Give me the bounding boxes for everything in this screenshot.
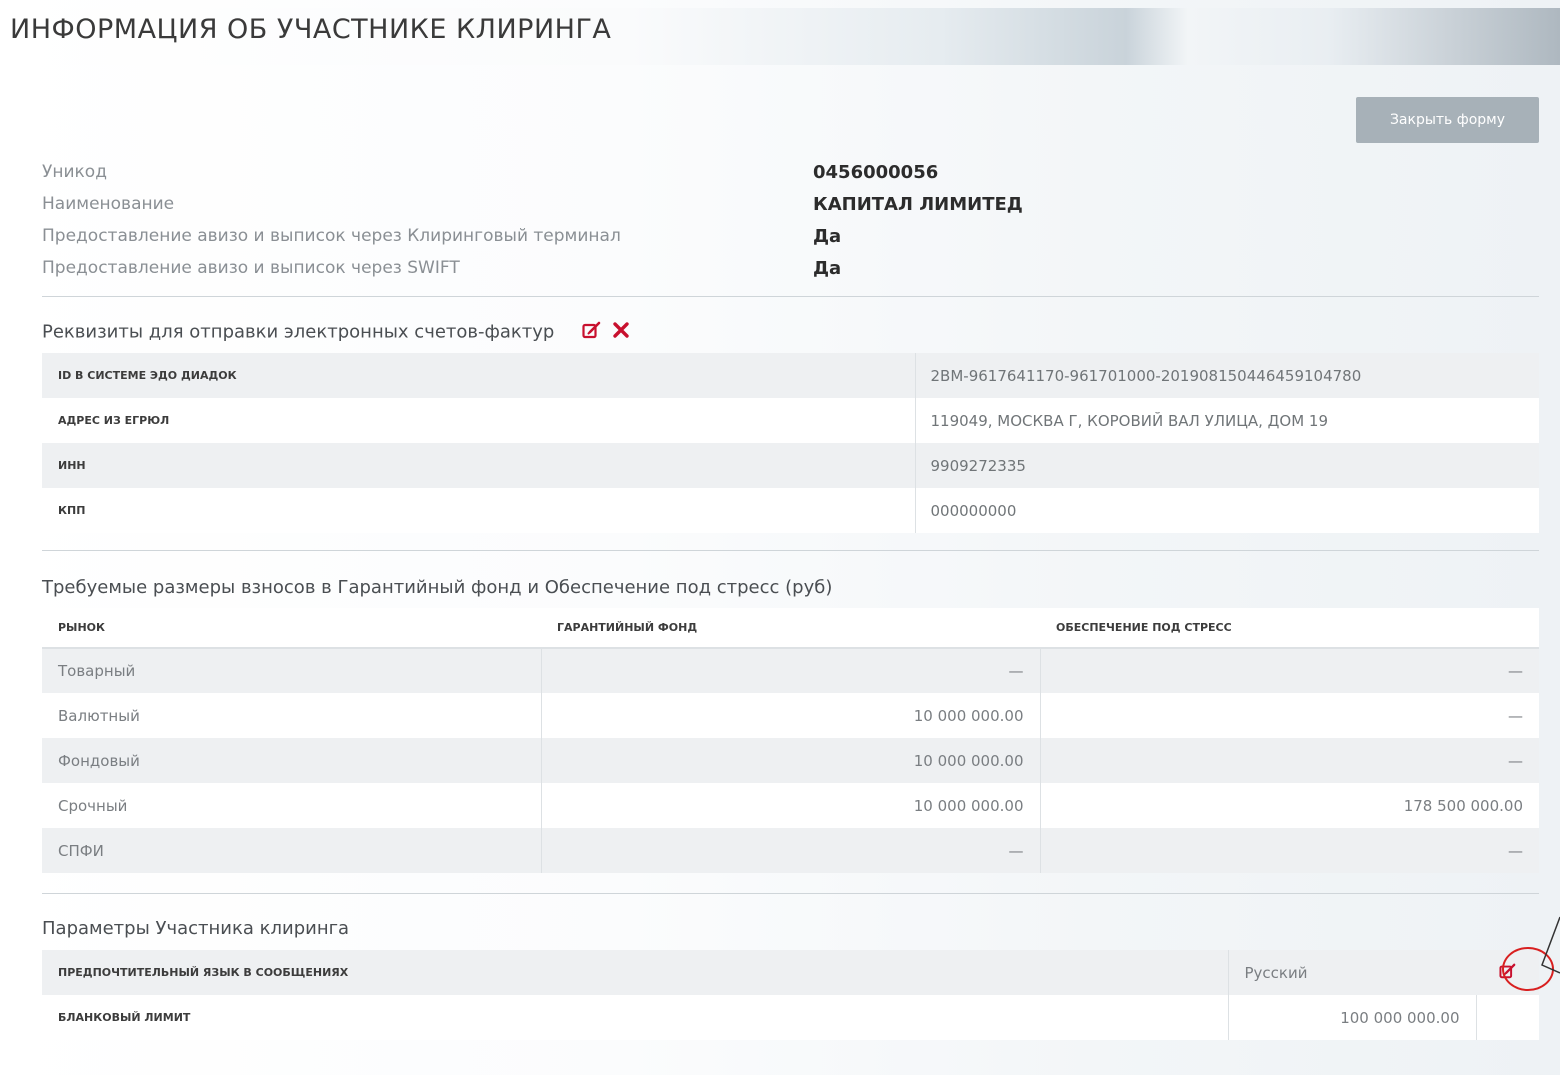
info-value: 0456000056 [813, 162, 939, 183]
table-row: КПП 000000000 [42, 488, 1539, 533]
stress-collateral-cell: 178 500 000.00 [1403, 796, 1523, 815]
column-header-guarantee-fund: Гарантийный фонд [541, 608, 1040, 649]
guarantee-fund-cell: — [541, 648, 1041, 693]
table-cell-key: Предпочтительный язык в сообщениях [42, 950, 1229, 995]
stress-collateral-cell: — [1508, 706, 1523, 725]
market-cell: Фондовый [42, 738, 542, 783]
table-row: Срочный 10 000 000.00 178 500 000.00 [42, 783, 1539, 828]
section-title-text: Реквизиты для отправки электронных счето… [42, 321, 555, 343]
stress-collateral-cell: — [1508, 751, 1523, 770]
table-cell-value: 100 000 000.00 [1340, 1008, 1460, 1027]
table-row: СПФИ — — [42, 828, 1539, 873]
table-cell-key: Адрес из ЕГРЮЛ [42, 398, 916, 443]
info-row-unicode: Уникод 0456000056 [42, 162, 1042, 194]
table-row: ИНН 9909272335 [42, 443, 1539, 488]
info-label: Наименование [42, 194, 175, 214]
market-cell: Срочный [42, 783, 542, 828]
table-row: Фондовый 10 000 000.00 — [42, 738, 1539, 783]
info-label: Предоставление авизо и выписок через SWI… [42, 258, 460, 278]
table-row: Адрес из ЕГРЮЛ 119049, МОСКВА Г, КОРОВИЙ… [42, 398, 1539, 443]
fund-table: Рынок Гарантийный фонд Обеспечение под с… [42, 608, 1539, 873]
info-value: КАПИТАЛ ЛИМИТЕД [813, 194, 1023, 215]
table-row: Валютный 10 000 000.00 — [42, 693, 1539, 738]
table-cell-value: Русский [1244, 963, 1308, 982]
info-row-name: Наименование КАПИТАЛ ЛИМИТЕД [42, 194, 1042, 226]
market-cell: Валютный [42, 693, 542, 738]
table-cell-value: 2BM-9617641170-961701000-201908150446459… [930, 366, 1362, 385]
close-form-button[interactable]: Закрыть форму [1356, 97, 1539, 143]
table-cell-value: 000000000 [930, 501, 1017, 520]
table-row: ID в системе ЭДО Диадок 2BM-9617641170-9… [42, 353, 1539, 398]
table-cell-value: 119049, МОСКВА Г, КОРОВИЙ ВАЛ УЛИЦА, ДОМ… [930, 411, 1329, 430]
info-row-swift: Предоставление авизо и выписок через SWI… [42, 258, 1042, 290]
market-cell: СПФИ [42, 828, 542, 873]
stress-collateral-cell: — [1508, 662, 1523, 680]
column-header-market: Рынок [42, 608, 541, 649]
page-title: ИНФОРМАЦИЯ ОБ УЧАСТНИКЕ КЛИРИНГА [10, 14, 612, 45]
empty-cell [1475, 995, 1539, 1040]
pointer-line [1541, 916, 1560, 974]
guarantee-fund-cell: 10 000 000.00 [541, 693, 1041, 738]
guarantee-fund-cell: 10 000 000.00 [541, 783, 1041, 828]
info-value: Да [813, 226, 842, 247]
stress-collateral-cell: — [1508, 841, 1523, 860]
info-row-terminal: Предоставление авизо и выписок через Кли… [42, 226, 1042, 258]
table-cell-key: ID в системе ЭДО Диадок [42, 353, 916, 398]
params-section-title: Параметры Участника клиринга [42, 918, 350, 939]
divider [42, 296, 1539, 297]
table-row: Бланковый лимит 100 000 000.00 [42, 995, 1539, 1040]
requisites-section-title: Реквизиты для отправки электронных счето… [42, 321, 630, 344]
info-label: Предоставление авизо и выписок через Кли… [42, 226, 621, 246]
params-table: Предпочтительный язык в сообщениях Русск… [42, 950, 1539, 1040]
participant-info: Уникод 0456000056 Наименование КАПИТАЛ Л… [42, 162, 1042, 290]
requisites-table: ID в системе ЭДО Диадок 2BM-9617641170-9… [42, 353, 1539, 533]
guarantee-fund-cell: 10 000 000.00 [541, 738, 1041, 783]
table-row: Предпочтительный язык в сообщениях Русск… [42, 950, 1539, 995]
table-row: Товарный — — [42, 648, 1539, 693]
close-icon[interactable] [612, 321, 630, 344]
table-header-row: Рынок Гарантийный фонд Обеспечение под с… [42, 608, 1539, 649]
table-cell-key: ИНН [42, 443, 916, 488]
divider [42, 893, 1539, 894]
divider [42, 550, 1539, 551]
info-label: Уникод [42, 162, 107, 182]
guarantee-fund-cell: — [541, 828, 1041, 873]
edit-icon[interactable] [582, 321, 602, 344]
table-cell-value: 9909272335 [930, 456, 1026, 475]
market-cell: Товарный [42, 648, 542, 693]
info-value: Да [813, 258, 842, 279]
table-cell-key: Бланковый лимит [42, 995, 1229, 1040]
table-cell-key: КПП [42, 488, 916, 533]
column-header-stress-collateral: Обеспечение под стресс [1040, 608, 1539, 649]
fund-section-title: Требуемые размеры взносов в Гарантийный … [42, 577, 833, 598]
